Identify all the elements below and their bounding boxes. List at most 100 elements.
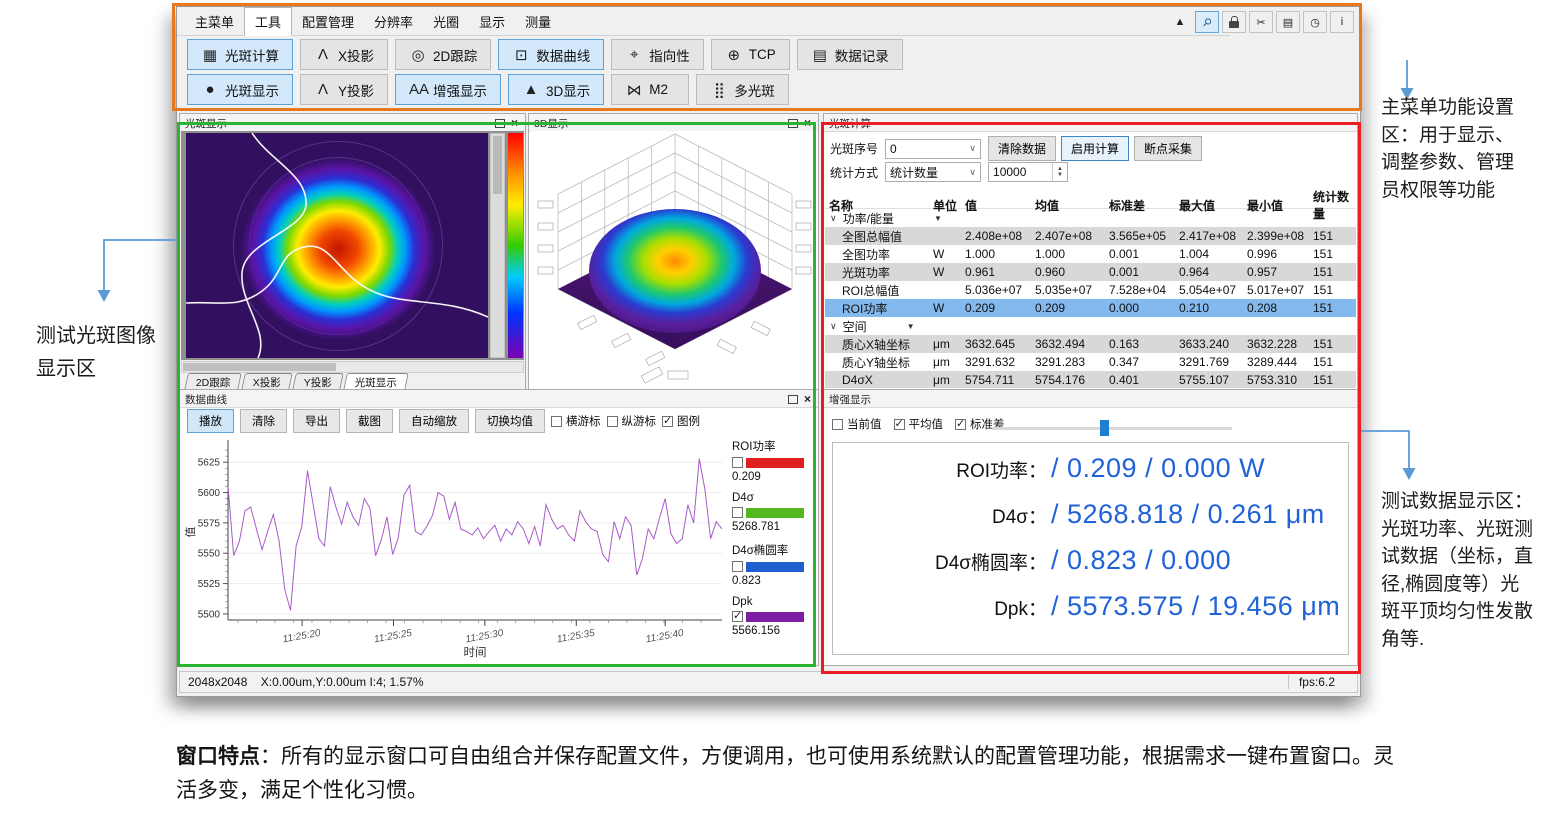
curve-checkbox-图例[interactable]: 图例 xyxy=(662,413,700,429)
checkbox[interactable] xyxy=(832,419,843,430)
data-curve-panel: 数据曲线 × 播放清除导出截图自动缩放切换均值横游标纵游标图例 55005525… xyxy=(179,389,819,666)
data-curve-icon: ⊡ xyxy=(512,46,530,64)
enhanced-checkbox-平均值[interactable]: 平均值 xyxy=(894,416,944,432)
menu-item-主菜单[interactable]: 主菜单 xyxy=(185,8,244,35)
scrollbar-thumb[interactable] xyxy=(493,136,502,194)
spinner-arrows-icon[interactable]: ▲▼ xyxy=(1052,163,1067,181)
curve-button-播放[interactable]: 播放 xyxy=(187,409,234,433)
close-icon[interactable]: × xyxy=(802,118,813,128)
calc-buttons: 清除数据启用计算断点采集 xyxy=(988,136,1207,161)
curve-chart[interactable]: 55005525555055755600562511:25:2011:25:25… xyxy=(182,434,730,660)
tool-button-Y投影[interactable]: ΛY投影 xyxy=(300,74,388,105)
scrollbar-thumb[interactable] xyxy=(183,363,336,371)
beam-display-panel: 光斑显示 × 2D跟踪X投影Y投影光斑显示 xyxy=(179,113,526,390)
expander-icon[interactable]: ∨ xyxy=(830,213,837,224)
curve-button-导出[interactable]: 导出 xyxy=(293,409,340,433)
filter-dropdown-icon[interactable]: ▼ xyxy=(907,322,915,331)
tab-Y投影[interactable]: Y投影 xyxy=(293,373,345,390)
info-icon[interactable]: i xyxy=(1330,11,1354,33)
horizontal-scrollbar[interactable] xyxy=(181,361,524,373)
legend-checkbox[interactable] xyxy=(732,507,743,518)
curve-button-切换均值[interactable]: 切换均值 xyxy=(475,409,545,433)
pin-icon[interactable]: ⚲ xyxy=(1195,11,1219,33)
filter-dropdown-icon[interactable]: ▼ xyxy=(934,214,942,223)
table-row-质心X轴坐标[interactable]: 质心X轴坐标μm3632.6453632.4940.1633633.240363… xyxy=(825,335,1356,353)
calc-button-清除数据[interactable]: 清除数据 xyxy=(988,136,1056,161)
vertical-scrollbar[interactable] xyxy=(490,133,505,358)
table-row-全图总幅值[interactable]: 全图总幅值2.408e+082.407e+083.565e+052.417e+0… xyxy=(825,227,1356,245)
tool-button-3D显示[interactable]: ▲3D显示 xyxy=(508,74,604,105)
checkbox[interactable] xyxy=(607,416,618,427)
stat-count-spinner[interactable]: 10000 ▲▼ xyxy=(988,162,1068,182)
tool-button-X投影[interactable]: ΛX投影 xyxy=(300,39,388,70)
table-row-质心Y轴坐标[interactable]: 质心Y轴坐标μm3291.6323291.2830.3473291.769328… xyxy=(825,353,1356,371)
readout-ROI功率: ROI功率：/ 0.209 / 0.000 W xyxy=(833,453,1348,499)
lock-icon[interactable] xyxy=(1222,11,1246,33)
legend-checkbox[interactable] xyxy=(732,561,743,572)
window-controls: ▲⚲ ✂▤◷i xyxy=(1168,11,1354,33)
menu-item-测量[interactable]: 测量 xyxy=(515,8,561,35)
curve-checkbox-横游标[interactable]: 横游标 xyxy=(551,413,601,429)
beam-image[interactable] xyxy=(186,133,488,358)
tool-button-多光斑[interactable]: ⣿多光斑 xyxy=(696,74,789,105)
close-icon[interactable]: × xyxy=(509,118,520,128)
float-icon[interactable] xyxy=(495,119,505,128)
font-size-slider[interactable] xyxy=(992,420,1232,436)
tab-2D跟踪[interactable]: 2D跟踪 xyxy=(184,373,242,390)
readout-D4σ椭圆率: D4σ椭圆率：/ 0.823 / 0.000 xyxy=(833,545,1348,591)
stat-mode-select[interactable]: 统计数量 ∨ xyxy=(885,162,981,182)
checkbox[interactable] xyxy=(955,419,966,430)
expander-icon[interactable]: ∨ xyxy=(830,321,837,332)
table-row-光斑功率[interactable]: 光斑功率W0.9610.9600.0010.9640.957151 xyxy=(825,263,1356,281)
scissors-icon[interactable]: ✂ xyxy=(1249,11,1273,33)
svg-text:5500: 5500 xyxy=(198,609,221,620)
menu-item-分辨率[interactable]: 分辨率 xyxy=(364,8,423,35)
tool-button-光斑计算[interactable]: ▦光斑计算 xyxy=(187,39,293,70)
tool-button-数据曲线[interactable]: ⊡数据曲线 xyxy=(498,39,604,70)
table-row-ROI功率[interactable]: ROI功率W0.2090.2090.0000.2100.208151 xyxy=(825,299,1356,317)
curve-button-清除[interactable]: 清除 xyxy=(240,409,287,433)
enhanced-checkbox-当前值[interactable]: 当前值 xyxy=(832,416,882,432)
table-row-D4σX[interactable]: D4σXμm5754.7115754.1760.4015755.1075753.… xyxy=(825,371,1356,388)
tool-button-TCP[interactable]: ⊕TCP xyxy=(711,39,790,70)
table-row-全图功率[interactable]: 全图功率W1.0001.0000.0011.0040.996151 xyxy=(825,245,1356,263)
curve-button-自动缩放[interactable]: 自动缩放 xyxy=(399,409,469,433)
menu-item-显示[interactable]: 显示 xyxy=(469,8,515,35)
history-icon[interactable]: ◷ xyxy=(1303,11,1327,33)
tab-光斑显示[interactable]: 光斑显示 xyxy=(344,373,410,390)
menu-item-工具[interactable]: 工具 xyxy=(244,7,292,36)
curve-button-截图[interactable]: 截图 xyxy=(346,409,393,433)
float-icon[interactable] xyxy=(788,395,798,404)
menu-item-光圈[interactable]: 光圈 xyxy=(423,8,469,35)
caption-body: ：所有的显示窗口可自由组合并保存配置文件，方便调用，也可使用系统默认的配置管理功… xyxy=(176,745,1394,802)
tool-button-数据记录[interactable]: ▤数据记录 xyxy=(797,39,903,70)
tool-button-2D跟踪[interactable]: ◎2D跟踪 xyxy=(395,39,491,70)
tool-button-指向性[interactable]: ⌖指向性 xyxy=(611,39,704,70)
checkbox[interactable] xyxy=(551,416,562,427)
spot-seq-select[interactable]: 0 ∨ xyxy=(885,139,981,159)
table-group-空间[interactable]: ∨空间▼ xyxy=(825,317,1356,335)
tab-X投影[interactable]: X投影 xyxy=(242,373,294,390)
tool-button-光斑显示[interactable]: ●光斑显示 xyxy=(187,74,293,105)
legend-checkbox[interactable] xyxy=(732,611,743,622)
calc-button-断点采集[interactable]: 断点采集 xyxy=(1134,136,1202,161)
float-icon[interactable] xyxy=(788,119,798,128)
legend-checkbox[interactable] xyxy=(732,457,743,468)
status-fps: fps:6.2 xyxy=(1288,675,1349,689)
curve-checkbox-纵游标[interactable]: 纵游标 xyxy=(607,413,657,429)
slider-handle[interactable] xyxy=(1100,420,1109,436)
table-group-功率/能量[interactable]: ∨功率/能量▼ xyxy=(825,209,1356,227)
checkbox[interactable] xyxy=(662,416,673,427)
3d-plot-area[interactable] xyxy=(530,131,817,388)
save-icon[interactable]: ▤ xyxy=(1276,11,1300,33)
calc-button-启用计算[interactable]: 启用计算 xyxy=(1061,136,1129,161)
menu-item-配置管理[interactable]: 配置管理 xyxy=(292,8,364,35)
table-row-ROI总幅值[interactable]: ROI总幅值5.036e+075.035e+077.528e+045.054e+… xyxy=(825,281,1356,299)
checkbox[interactable] xyxy=(894,419,905,430)
tool-button-增强显示[interactable]: AA增强显示 xyxy=(395,74,501,105)
close-icon[interactable]: × xyxy=(802,394,813,404)
collapse-icon[interactable]: ▲ xyxy=(1168,11,1192,33)
colorbar xyxy=(508,133,523,358)
tool-button-M2[interactable]: ⋈M2 xyxy=(611,74,689,105)
panel-title: 光斑计算 xyxy=(829,116,871,131)
